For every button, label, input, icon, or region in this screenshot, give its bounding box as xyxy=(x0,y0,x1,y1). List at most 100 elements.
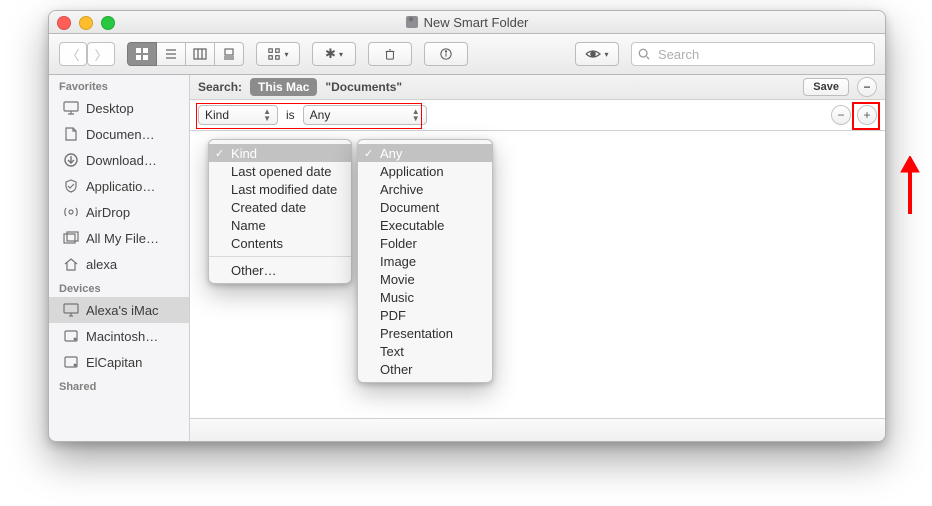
menu-item-label: Name xyxy=(231,218,266,233)
sidebar-item[interactable]: ElCapitan xyxy=(49,349,189,375)
view-mode-segment[interactable] xyxy=(127,42,244,66)
quicklook-button[interactable]: ▾ xyxy=(575,42,619,66)
allfiles-icon xyxy=(63,231,79,245)
sidebar-item-label: Desktop xyxy=(86,101,134,116)
menu-item[interactable]: Other xyxy=(358,360,492,378)
criteria-value-label: Any xyxy=(310,108,331,122)
save-search-button[interactable]: Save xyxy=(803,78,849,96)
menu-separator xyxy=(209,256,351,257)
menu-item[interactable]: Presentation xyxy=(358,324,492,342)
menu-item-label: Executable xyxy=(380,218,444,233)
toolbar: 〈 〉 ▾ ✱▾ xyxy=(49,34,885,75)
add-row-button[interactable]: + xyxy=(857,105,877,125)
menu-item[interactable]: Last opened date xyxy=(209,162,351,180)
sidebar-item[interactable]: AirDrop xyxy=(49,199,189,225)
menu-item-label: Application xyxy=(380,164,444,179)
menu-item[interactable]: Created date xyxy=(209,198,351,216)
annotation-arrow xyxy=(895,156,925,216)
menu-item[interactable]: Music xyxy=(358,288,492,306)
menu-item-label: Any xyxy=(380,146,402,161)
menu-item[interactable]: Executable xyxy=(358,216,492,234)
check-icon: ✓ xyxy=(215,147,224,160)
home-icon xyxy=(63,257,79,271)
sidebar-item[interactable]: Documen… xyxy=(49,121,189,147)
criteria-attribute-menu[interactable]: ✓KindLast opened dateLast modified dateC… xyxy=(208,139,352,284)
menu-item[interactable]: Archive xyxy=(358,180,492,198)
sidebar-group-header: Shared xyxy=(49,375,189,395)
criteria-attribute-label: Kind xyxy=(205,108,229,122)
menu-item[interactable]: Contents xyxy=(209,234,351,252)
nav-back-forward: 〈 〉 xyxy=(59,42,115,66)
menu-item-other[interactable]: Other… xyxy=(209,261,351,279)
sidebar-item-label: Alexa's iMac xyxy=(86,303,159,318)
chevron-updown-icon: ▲▼ xyxy=(263,108,271,122)
menu-item-label: Last opened date xyxy=(231,164,331,179)
trash-button[interactable] xyxy=(368,42,412,66)
menu-item[interactable]: ✓Any xyxy=(358,144,492,162)
sidebar-item-label: All My File… xyxy=(86,231,159,246)
desktop-icon xyxy=(63,101,79,115)
action-menu-button[interactable]: ✱▾ xyxy=(312,42,356,66)
sidebar-item-label: alexa xyxy=(86,257,117,272)
criteria-value-popup[interactable]: Any ▲▼ xyxy=(303,105,427,125)
menu-item[interactable]: Image xyxy=(358,252,492,270)
forward-button[interactable]: 〉 xyxy=(87,42,115,66)
document-icon xyxy=(63,127,79,141)
window-title: New Smart Folder xyxy=(424,15,529,30)
smart-folder-icon xyxy=(406,16,418,28)
sidebar-item[interactable]: Macintosh… xyxy=(49,323,189,349)
criteria-attribute-popup[interactable]: Kind ▲▼ xyxy=(198,105,278,125)
criteria-verb: is xyxy=(286,108,295,122)
menu-item-label: Presentation xyxy=(380,326,453,341)
chevron-updown-icon: ▲▼ xyxy=(412,108,420,122)
search-input[interactable] xyxy=(656,46,868,63)
criteria-value-menu[interactable]: ✓Any Application ArchiveDocument Executable… xyxy=(357,139,493,383)
sidebar-item[interactable]: Applicatio… xyxy=(49,173,189,199)
titlebar[interactable]: New Smart Folder xyxy=(49,11,885,34)
menu-item[interactable]: Application xyxy=(358,162,492,180)
sidebar-item-label: AirDrop xyxy=(86,205,130,220)
sidebar-item[interactable]: Desktop xyxy=(49,95,189,121)
minimize-window-button[interactable] xyxy=(79,16,93,30)
menu-item-label: Last modified date xyxy=(231,182,337,197)
menu-item-label: Other… xyxy=(231,263,277,278)
back-button[interactable]: 〈 xyxy=(59,42,87,66)
remove-row-button[interactable]: − xyxy=(831,105,851,125)
menu-item[interactable]: PDF xyxy=(358,306,492,324)
sidebar-item[interactable]: Alexa's iMac xyxy=(49,297,189,323)
remove-criteria-button[interactable]: − xyxy=(857,77,877,97)
sidebar: Favorites Desktop Documen… Download… Applica… xyxy=(49,75,190,441)
menu-item-label: Text xyxy=(380,344,404,359)
view-columns-icon[interactable] xyxy=(186,42,215,66)
view-coverflow-icon[interactable] xyxy=(215,42,244,66)
search-field[interactable] xyxy=(631,42,875,66)
menu-item-label: Movie xyxy=(380,272,415,287)
sidebar-item-label: Documen… xyxy=(86,127,155,142)
sidebar-item[interactable]: All My File… xyxy=(49,225,189,251)
view-list-icon[interactable] xyxy=(157,42,186,66)
zoom-window-button[interactable] xyxy=(101,16,115,30)
sidebar-item[interactable]: Download… xyxy=(49,147,189,173)
menu-item[interactable]: ✓Kind xyxy=(209,144,351,162)
scope-this-mac[interactable]: This Mac xyxy=(250,78,317,96)
menu-item[interactable]: Movie xyxy=(358,270,492,288)
menu-item[interactable]: Last modified date xyxy=(209,180,351,198)
sidebar-item-label: Macintosh… xyxy=(86,329,158,344)
menu-item[interactable]: Folder xyxy=(358,234,492,252)
sidebar-group-header: Favorites xyxy=(49,75,189,95)
menu-item[interactable]: Text xyxy=(358,342,492,360)
scope-documents[interactable]: "Documents" xyxy=(325,80,402,94)
arrange-menu-button[interactable]: ▾ xyxy=(256,42,300,66)
close-window-button[interactable] xyxy=(57,16,71,30)
sidebar-item-label: Applicatio… xyxy=(86,179,155,194)
menu-item-label: Archive xyxy=(380,182,423,197)
info-button[interactable] xyxy=(424,42,468,66)
menu-item-label: PDF xyxy=(380,308,406,323)
menu-item[interactable]: Name xyxy=(209,216,351,234)
menu-item[interactable]: Document xyxy=(358,198,492,216)
sidebar-item[interactable]: alexa xyxy=(49,251,189,277)
view-icons-icon[interactable] xyxy=(127,42,157,66)
menu-item-label: Folder xyxy=(380,236,417,251)
download-icon xyxy=(63,153,79,167)
hdd-icon xyxy=(63,355,79,369)
